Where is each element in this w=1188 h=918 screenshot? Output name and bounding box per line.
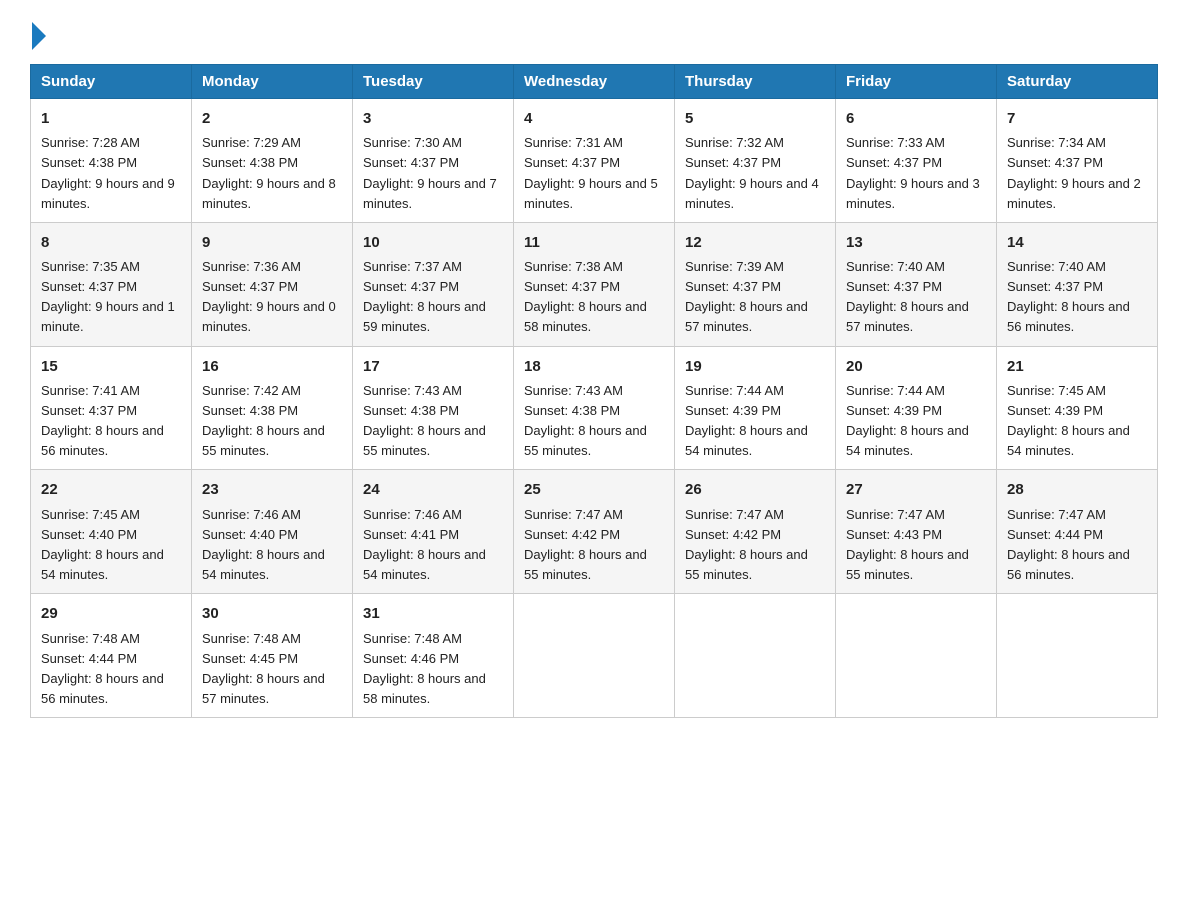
calendar-cell: 31Sunrise: 7:48 AMSunset: 4:46 PMDayligh… xyxy=(353,594,514,718)
calendar-cell: 18Sunrise: 7:43 AMSunset: 4:38 PMDayligh… xyxy=(514,346,675,470)
calendar-week-row: 15Sunrise: 7:41 AMSunset: 4:37 PMDayligh… xyxy=(31,346,1158,470)
calendar-table: SundayMondayTuesdayWednesdayThursdayFrid… xyxy=(30,64,1158,718)
calendar-cell: 23Sunrise: 7:46 AMSunset: 4:40 PMDayligh… xyxy=(192,470,353,594)
calendar-cell: 26Sunrise: 7:47 AMSunset: 4:42 PMDayligh… xyxy=(675,470,836,594)
calendar-week-row: 22Sunrise: 7:45 AMSunset: 4:40 PMDayligh… xyxy=(31,470,1158,594)
calendar-cell: 28Sunrise: 7:47 AMSunset: 4:44 PMDayligh… xyxy=(997,470,1158,594)
day-number: 5 xyxy=(685,107,825,130)
day-number: 31 xyxy=(363,602,503,625)
day-number: 24 xyxy=(363,478,503,501)
calendar-cell: 27Sunrise: 7:47 AMSunset: 4:43 PMDayligh… xyxy=(836,470,997,594)
calendar-week-row: 8Sunrise: 7:35 AMSunset: 4:37 PMDaylight… xyxy=(31,222,1158,346)
day-number: 21 xyxy=(1007,355,1147,378)
day-number: 23 xyxy=(202,478,342,501)
day-number: 6 xyxy=(846,107,986,130)
day-number: 13 xyxy=(846,231,986,254)
calendar-cell: 13Sunrise: 7:40 AMSunset: 4:37 PMDayligh… xyxy=(836,222,997,346)
header-tuesday: Tuesday xyxy=(353,65,514,99)
calendar-cell: 4Sunrise: 7:31 AMSunset: 4:37 PMDaylight… xyxy=(514,99,675,223)
logo-top xyxy=(30,20,46,50)
calendar-cell: 30Sunrise: 7:48 AMSunset: 4:45 PMDayligh… xyxy=(192,594,353,718)
day-number: 9 xyxy=(202,231,342,254)
logo-arrow-icon xyxy=(32,22,46,50)
calendar-cell: 10Sunrise: 7:37 AMSunset: 4:37 PMDayligh… xyxy=(353,222,514,346)
calendar-cell xyxy=(997,594,1158,718)
day-number: 27 xyxy=(846,478,986,501)
day-number: 3 xyxy=(363,107,503,130)
calendar-cell: 3Sunrise: 7:30 AMSunset: 4:37 PMDaylight… xyxy=(353,99,514,223)
calendar-week-row: 1Sunrise: 7:28 AMSunset: 4:38 PMDaylight… xyxy=(31,99,1158,223)
calendar-cell: 15Sunrise: 7:41 AMSunset: 4:37 PMDayligh… xyxy=(31,346,192,470)
day-number: 12 xyxy=(685,231,825,254)
calendar-cell: 9Sunrise: 7:36 AMSunset: 4:37 PMDaylight… xyxy=(192,222,353,346)
day-number: 30 xyxy=(202,602,342,625)
calendar-cell: 12Sunrise: 7:39 AMSunset: 4:37 PMDayligh… xyxy=(675,222,836,346)
calendar-cell: 19Sunrise: 7:44 AMSunset: 4:39 PMDayligh… xyxy=(675,346,836,470)
logo xyxy=(30,20,46,44)
day-number: 14 xyxy=(1007,231,1147,254)
day-number: 20 xyxy=(846,355,986,378)
calendar-cell: 29Sunrise: 7:48 AMSunset: 4:44 PMDayligh… xyxy=(31,594,192,718)
page-header xyxy=(30,20,1158,44)
calendar-cell: 7Sunrise: 7:34 AMSunset: 4:37 PMDaylight… xyxy=(997,99,1158,223)
calendar-cell: 16Sunrise: 7:42 AMSunset: 4:38 PMDayligh… xyxy=(192,346,353,470)
header-sunday: Sunday xyxy=(31,65,192,99)
day-number: 15 xyxy=(41,355,181,378)
day-number: 26 xyxy=(685,478,825,501)
header-saturday: Saturday xyxy=(997,65,1158,99)
day-number: 11 xyxy=(524,231,664,254)
calendar-cell: 14Sunrise: 7:40 AMSunset: 4:37 PMDayligh… xyxy=(997,222,1158,346)
calendar-cell: 2Sunrise: 7:29 AMSunset: 4:38 PMDaylight… xyxy=(192,99,353,223)
header-monday: Monday xyxy=(192,65,353,99)
day-number: 22 xyxy=(41,478,181,501)
calendar-cell: 17Sunrise: 7:43 AMSunset: 4:38 PMDayligh… xyxy=(353,346,514,470)
calendar-cell xyxy=(675,594,836,718)
calendar-cell: 20Sunrise: 7:44 AMSunset: 4:39 PMDayligh… xyxy=(836,346,997,470)
header-thursday: Thursday xyxy=(675,65,836,99)
calendar-header-row: SundayMondayTuesdayWednesdayThursdayFrid… xyxy=(31,65,1158,99)
day-number: 29 xyxy=(41,602,181,625)
calendar-cell: 24Sunrise: 7:46 AMSunset: 4:41 PMDayligh… xyxy=(353,470,514,594)
day-number: 8 xyxy=(41,231,181,254)
day-number: 28 xyxy=(1007,478,1147,501)
day-number: 25 xyxy=(524,478,664,501)
calendar-cell: 22Sunrise: 7:45 AMSunset: 4:40 PMDayligh… xyxy=(31,470,192,594)
day-number: 10 xyxy=(363,231,503,254)
day-number: 1 xyxy=(41,107,181,130)
calendar-cell: 1Sunrise: 7:28 AMSunset: 4:38 PMDaylight… xyxy=(31,99,192,223)
calendar-cell xyxy=(836,594,997,718)
day-number: 4 xyxy=(524,107,664,130)
calendar-cell: 6Sunrise: 7:33 AMSunset: 4:37 PMDaylight… xyxy=(836,99,997,223)
calendar-cell: 25Sunrise: 7:47 AMSunset: 4:42 PMDayligh… xyxy=(514,470,675,594)
header-wednesday: Wednesday xyxy=(514,65,675,99)
calendar-cell: 21Sunrise: 7:45 AMSunset: 4:39 PMDayligh… xyxy=(997,346,1158,470)
day-number: 7 xyxy=(1007,107,1147,130)
day-number: 17 xyxy=(363,355,503,378)
calendar-cell: 8Sunrise: 7:35 AMSunset: 4:37 PMDaylight… xyxy=(31,222,192,346)
day-number: 19 xyxy=(685,355,825,378)
calendar-week-row: 29Sunrise: 7:48 AMSunset: 4:44 PMDayligh… xyxy=(31,594,1158,718)
day-number: 2 xyxy=(202,107,342,130)
header-friday: Friday xyxy=(836,65,997,99)
calendar-cell xyxy=(514,594,675,718)
calendar-cell: 5Sunrise: 7:32 AMSunset: 4:37 PMDaylight… xyxy=(675,99,836,223)
day-number: 16 xyxy=(202,355,342,378)
day-number: 18 xyxy=(524,355,664,378)
calendar-cell: 11Sunrise: 7:38 AMSunset: 4:37 PMDayligh… xyxy=(514,222,675,346)
